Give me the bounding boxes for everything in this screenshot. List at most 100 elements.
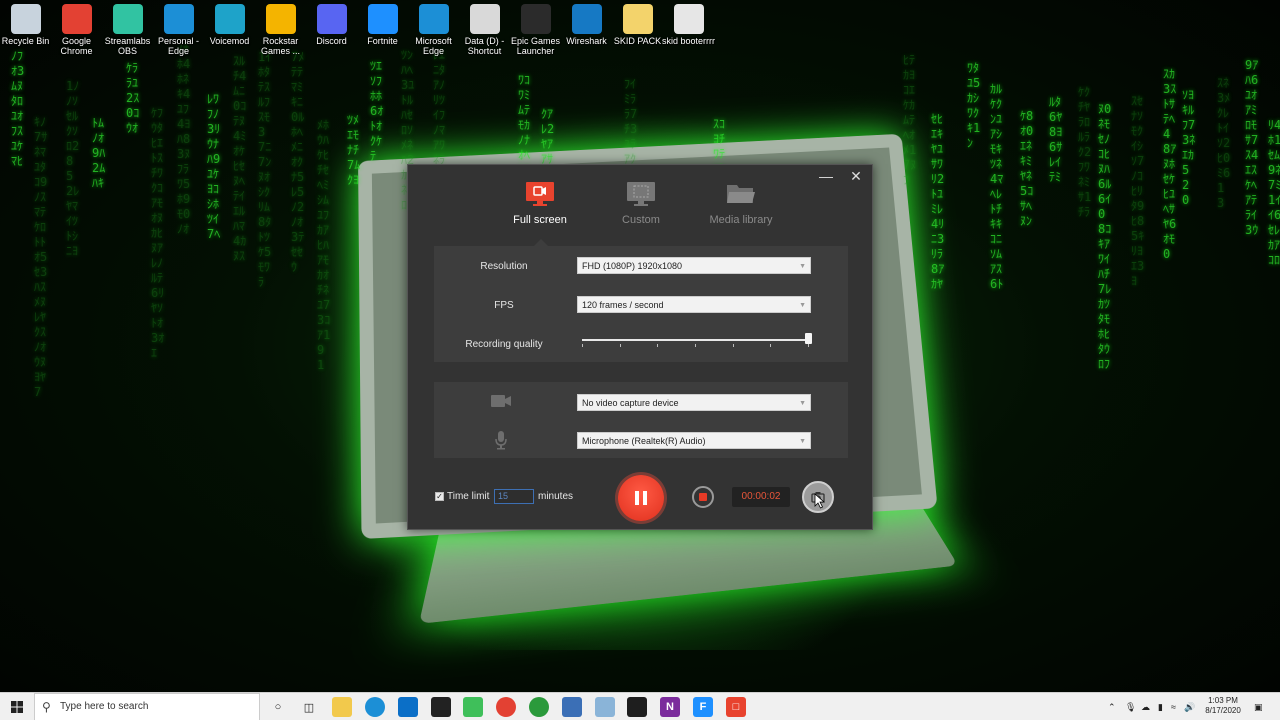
microphone-select[interactable]: Microphone (Realtek(R) Audio) ▼	[577, 432, 811, 449]
edge-icon	[163, 4, 194, 34]
clock-time: 1:03 PM	[1208, 696, 1238, 705]
time-limit-input[interactable]: 15	[494, 489, 534, 504]
matrix-rain-column: ｿﾖｷﾙﾌ73ﾈｴｶ520	[1182, 88, 1196, 207]
desktop-shortcut[interactable]: Discord	[306, 4, 357, 56]
edge-taskbar-icon[interactable]	[365, 697, 385, 717]
matrix-rain-column: 1ﾉﾉｿｾﾙｸｿﾛ2852ﾚﾔﾏｲﾂﾄｼﾆﾖ	[66, 79, 80, 258]
recycle-bin-icon	[10, 4, 41, 34]
desktop-shortcut[interactable]: Streamlabs OBS	[102, 4, 153, 56]
desktop-shortcut-label: Personal - Edge	[157, 36, 200, 56]
chevron-up-icon[interactable]: ⌃	[1108, 693, 1116, 720]
matrix-rain-column: ｹﾗﾗﾕ2ｽ0ｺｳｵ	[126, 61, 140, 135]
fps-label: FPS	[494, 300, 514, 311]
taskbar-search-placeholder: Type here to search	[60, 701, 149, 712]
tab-custom[interactable]: Custom	[591, 181, 691, 226]
slider-tick	[732, 344, 734, 347]
desktop-shortcut-label: Rockstar Games ...	[260, 36, 300, 56]
network-app-icon[interactable]	[562, 697, 582, 717]
matrix-rain-column: ｹﾌｳﾀﾋｴﾄｽﾁﾜｸｺｱﾓｵﾇｶﾋﾇｱﾚﾉﾙﾃ6ﾘﾔｿﾄｵ3ｵｴ	[151, 106, 165, 360]
slider-tick	[657, 344, 659, 347]
screen-recorder-window: — ✕ Full screen Custom Media library Res…	[407, 164, 873, 530]
file-explorer-icon[interactable]	[332, 697, 352, 717]
folder-icon	[727, 185, 755, 203]
matrix-rain-column: ｶﾙｹｸﾝﾕｱｼﾓｷﾂﾈ4ﾏﾍﾚﾄﾁｷｷｺﾆｿﾑｱｽ6ﾄ	[990, 82, 1004, 291]
cortana-icon[interactable]: ○	[268, 697, 288, 717]
microphone-icon[interactable]	[495, 430, 507, 450]
tab-media-library-label: Media library	[709, 214, 773, 226]
time-limit-value: 15	[498, 491, 509, 501]
time-limit-label: Time limit	[447, 491, 490, 502]
matrix-rain-column: 1ｲﾎﾀﾃｽﾙﾌｽﾓ37ﾆ7ﾝﾇｵｼｸﾘﾑ8ﾀﾄﾂｹ5ﾓﾜﾗ	[258, 50, 272, 289]
streamlabs-taskbar-icon[interactable]	[463, 697, 483, 717]
desktop-shortcut[interactable]: Fortnite	[357, 4, 408, 56]
fps-select[interactable]: 120 frames / second ▼	[577, 296, 811, 313]
onenote-icon[interactable]: N	[660, 697, 680, 717]
battery-icon[interactable]: ▮	[1158, 693, 1163, 720]
desktop-shortcut[interactable]: Wireshark	[561, 4, 612, 56]
tab-full-screen[interactable]: Full screen	[490, 181, 590, 226]
desktop-shortcut-label: Discord	[316, 36, 347, 46]
chevron-down-icon: ▼	[799, 400, 806, 407]
taskbar-search-box[interactable]: ⚲ Type here to search	[34, 693, 260, 720]
pause-button[interactable]	[618, 475, 664, 521]
wifi-icon[interactable]: ≈	[1171, 693, 1176, 720]
time-limit-checkbox[interactable]: ✓	[435, 492, 444, 501]
game-app-icon[interactable]	[431, 697, 451, 717]
desktop-icon-row: Recycle Bin Google Chrome Streamlabs OBS Pe…	[0, 4, 715, 56]
edge-icon	[418, 4, 449, 34]
taskbar: ⚲ Type here to search ○ ◫ N F □ ⌃ 🎙 ☁ ▮ …	[0, 692, 1280, 720]
devices-panel: No video capture device ▼ Microphone (Re…	[434, 382, 848, 458]
desktop-shortcut[interactable]: Epic Games Launcher	[510, 4, 561, 56]
desktop-shortcut[interactable]: Google Chrome	[51, 4, 102, 56]
desktop-shortcut-label: Epic Games Launcher	[510, 36, 561, 56]
terminal-icon[interactable]	[627, 697, 647, 717]
mouse-cursor-icon	[814, 493, 826, 509]
fortnite-taskbar-icon[interactable]: F	[693, 697, 713, 717]
stop-icon	[699, 493, 707, 501]
cloud-icon[interactable]: ☁	[1141, 693, 1150, 720]
tab-media-library[interactable]: Media library	[691, 181, 791, 226]
desktop-shortcut[interactable]: Voicemod	[204, 4, 255, 56]
desktop-shortcut-label: skid booterrrr	[661, 36, 715, 46]
resolution-select[interactable]: FHD (1080P) 1920x1080 ▼	[577, 257, 811, 274]
camera-select[interactable]: No video capture device ▼	[577, 394, 811, 411]
desktop-shortcut[interactable]: Microsoft Edge	[408, 4, 459, 56]
task-view-icon[interactable]: ◫	[299, 697, 319, 717]
camera-value: No video capture device	[582, 398, 679, 408]
matrix-rain-column: ﾜﾀﾕ5ｶｼﾜｸｷ1ﾝ	[967, 61, 981, 150]
taskbar-clock[interactable]: 1:03 PM 8/17/2020	[1196, 696, 1250, 716]
volume-icon[interactable]: 🔊	[1184, 693, 1195, 720]
matrix-rain-column: ｽﾙﾁ4ﾑﾆ0ｺﾃﾇ4ﾐｵｹﾋｾﾇﾍﾃｲｴﾙﾊﾏ4ｶﾇｽ	[233, 54, 247, 263]
slider-tick	[808, 344, 809, 347]
start-button[interactable]	[0, 693, 34, 720]
globe-app-icon[interactable]	[529, 697, 549, 717]
epic-games-icon	[520, 4, 551, 34]
desktop-shortcut[interactable]: Data (D) - Shortcut	[459, 4, 510, 56]
microphone-tray-icon[interactable]: 🎙	[1125, 693, 1136, 720]
mail-icon[interactable]	[398, 697, 418, 717]
quality-slider-track[interactable]	[582, 339, 808, 341]
desktop-shortcut[interactable]: skid booterrrr	[661, 4, 715, 56]
recorder-taskbar-icon[interactable]: □	[726, 697, 746, 717]
pause-icon	[633, 491, 649, 505]
desktop-shortcut[interactable]: Recycle Bin	[0, 4, 51, 56]
chevron-down-icon: ▼	[799, 438, 806, 445]
notifications-icon[interactable]: ▣	[1254, 693, 1263, 720]
minimize-button[interactable]: —	[812, 167, 840, 185]
desktop-shortcut[interactable]: SKID PACK	[612, 4, 663, 56]
close-button[interactable]: ✕	[842, 167, 870, 185]
chrome-taskbar-icon[interactable]	[496, 697, 516, 717]
matrix-rain-column: ﾂｴｿﾌﾎﾎ6ｵﾄｵｸｹﾃ	[370, 59, 384, 163]
recording-settings-panel: Resolution FHD (1080P) 1920x1080 ▼ FPS 1…	[434, 246, 848, 362]
stop-button[interactable]	[692, 486, 714, 508]
voicemod-icon	[214, 4, 245, 34]
desktop-shortcut[interactable]: Personal - Edge	[153, 4, 204, 56]
video-camera-icon[interactable]	[490, 393, 512, 409]
matrix-rain-column: 7ﾒﾃﾃﾏﾐｷﾆ0ﾙﾎﾍﾒﾆｵｸﾅ5ﾚ5ﾉ2ﾉｵ3ﾃｾｾｳ	[291, 50, 305, 274]
quality-slider-thumb[interactable]	[805, 333, 812, 344]
wireshark-taskbar-icon[interactable]	[595, 697, 615, 717]
matrix-rain-column: ﾄﾑﾉｵ9ﾊ2ﾑﾊｷ	[92, 116, 106, 190]
desktop-shortcut[interactable]: Rockstar Games ...	[255, 4, 306, 56]
desktop-shortcut-label: Recycle Bin	[1, 36, 50, 46]
resolution-value: FHD (1080P) 1920x1080	[582, 261, 683, 271]
